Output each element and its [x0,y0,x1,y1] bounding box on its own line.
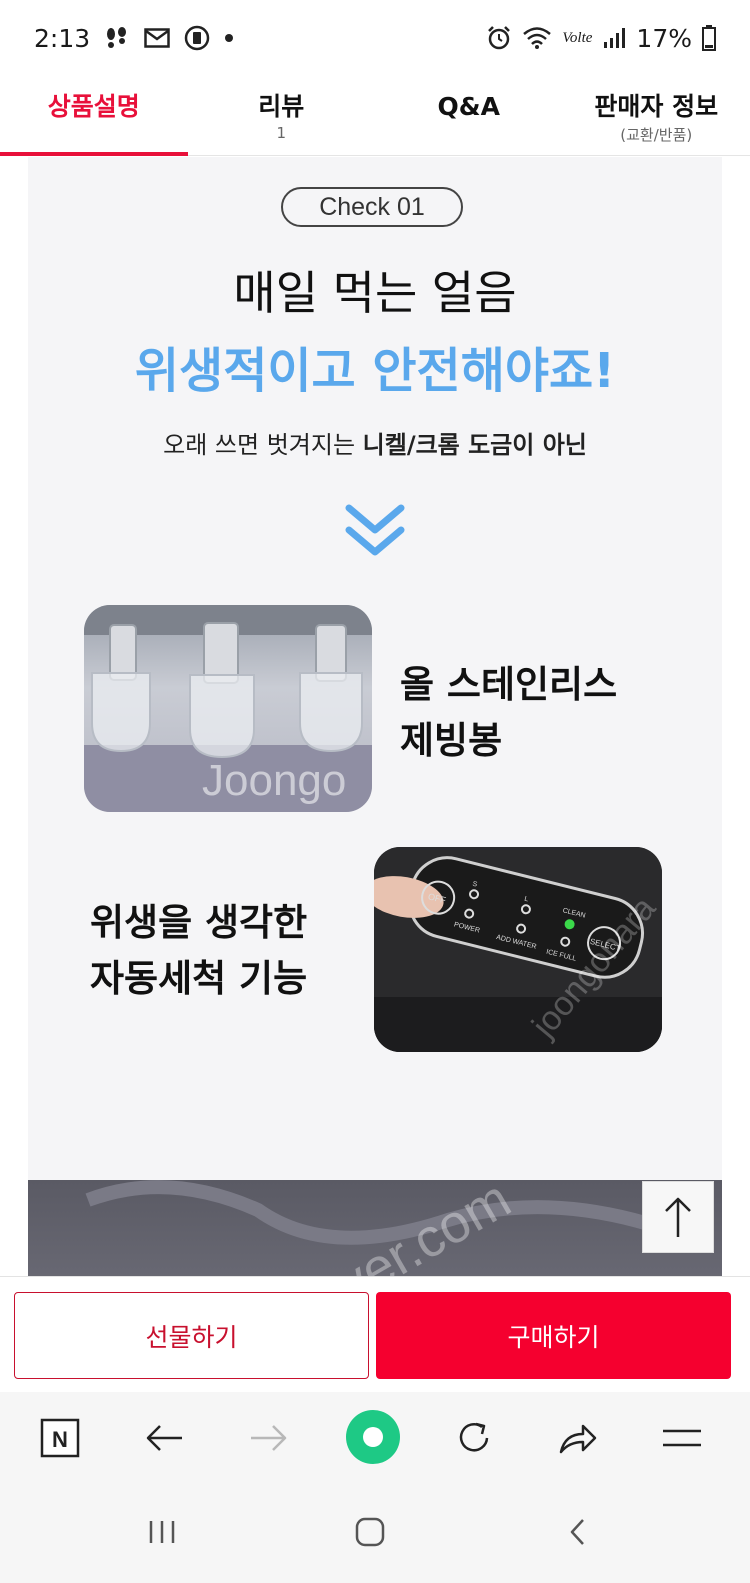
buy-button[interactable]: 구매하기 [376,1292,731,1379]
tab-label: 판매자 정보 [594,92,719,121]
feature-line: 올 스테인리스 [400,663,618,706]
feature-line: 제빙봉 [400,719,503,762]
battery-percent: 17% [636,23,692,53]
volte-label: Volte [562,29,593,46]
product-detail-image: Check 01 매일 먹는 얼음 위생적이고 안전해야죠! 오래 쓰면 벗겨지… [28,157,722,1292]
headline: 매일 먹는 얼음 [233,266,517,320]
hamburger-menu-icon [663,1429,701,1447]
share-button[interactable] [554,1414,602,1462]
tab-reviews[interactable]: 리뷰 1 [188,76,376,155]
app-notification-icon [184,25,210,51]
alarm-icon [486,25,512,51]
browser-toolbar: N [0,1392,750,1484]
refresh-button[interactable] [450,1414,498,1462]
android-navigation-bar [0,1484,750,1583]
naver-n-icon: N [40,1418,80,1458]
arrow-up-icon [665,1197,691,1237]
signal-icon [602,26,626,50]
feature-line: 위생을 생각한 [90,901,308,944]
green-circle-icon [346,1410,400,1464]
gift-button[interactable]: 선물하기 [14,1292,369,1379]
home-button[interactable] [346,1508,394,1556]
forward-button[interactable] [245,1414,293,1462]
check-badge: Check 01 [281,187,463,227]
tab-label: 리뷰 [258,92,305,121]
subheadline-bold: 니켈/크롬 도금이 아닌 [362,431,587,459]
feature-line: 자동세척 기능 [90,957,308,1000]
home-square-icon [355,1517,385,1547]
tab-product-description[interactable]: 상품설명 [0,76,188,156]
arrow-right-icon [251,1425,287,1451]
subheadline-normal: 오래 쓰면 벗겨지는 [163,431,363,459]
battery-icon [702,25,716,51]
active-tab-underline [0,152,188,156]
app-screen: 2:13 Volte 17% 상품설명 리뷰 1 Q&A 판매자 정보 (교환/… [0,0,750,1583]
status-bar: 2:13 Volte 17% [0,0,750,76]
mail-icon [144,28,170,48]
green-dot-button[interactable] [344,1408,402,1466]
tab-qna[interactable]: Q&A [375,76,563,155]
purchase-bar: 선물하기 구매하기 [0,1276,750,1392]
footsteps-icon [104,26,130,50]
share-arrow-icon [559,1424,597,1454]
tab-label: 상품설명 [47,92,140,121]
watermark-text: Joongo [202,756,346,805]
feature-stainless: 올 스테인리스 제빙봉 [400,657,617,769]
feature-auto-clean: 위생을 생각한 자동세척 기능 [90,895,307,1007]
scroll-to-top-button[interactable] [642,1181,714,1253]
subheadline: 오래 쓰면 벗겨지는 니켈/크롬 도금이 아닌 [28,425,722,460]
double-chevron-down-icon [343,502,407,560]
arrow-left-icon [146,1425,182,1451]
tab-label: Q&A [437,92,500,121]
back-nav-button[interactable] [554,1508,602,1556]
stainless-rods-photo: Joongo [84,605,372,812]
review-count: 1 [276,124,287,142]
wifi-icon [522,26,552,50]
recent-apps-icon [149,1521,175,1543]
headline-highlight: 위생적이고 안전해야죠! [134,343,616,399]
svg-text:N: N [52,1427,68,1452]
menu-button[interactable] [658,1414,706,1462]
recent-apps-button[interactable] [138,1508,186,1556]
status-time: 2:13 [34,23,91,53]
refresh-icon [459,1422,489,1452]
tab-sublabel: (교환/반품) [620,126,693,144]
product-tabs: 상품설명 리뷰 1 Q&A 판매자 정보 (교환/반품) [0,76,750,156]
control-panel-photo: OFF S POWER L ADD WATER CLEAN ICE FULL S… [374,847,662,1052]
back-button[interactable] [140,1414,188,1462]
naver-home-button[interactable]: N [36,1414,84,1462]
tab-seller-info[interactable]: 판매자 정보 (교환/반품) [563,76,750,155]
more-notifications-dot-icon [224,33,234,43]
chevron-left-icon [570,1519,584,1545]
